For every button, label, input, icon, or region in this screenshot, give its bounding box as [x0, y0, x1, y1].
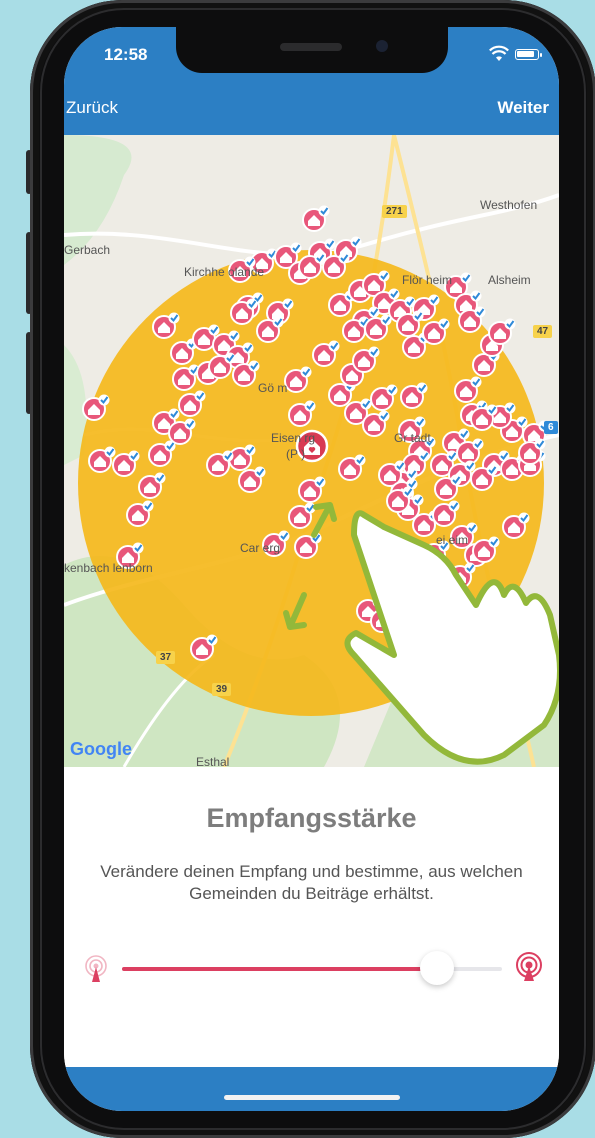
- map-label-enkenbach: kenbach lenborn: [64, 561, 153, 575]
- back-button[interactable]: Zurück: [66, 98, 118, 118]
- google-logo-text: Google: [70, 739, 132, 759]
- wifi-icon: [489, 45, 509, 61]
- map-canvas: [64, 135, 559, 767]
- map-label-westhofen: Westhofen: [480, 198, 538, 212]
- map-label-eisenberg: Eisen rg: [271, 431, 316, 445]
- route-37: 37: [156, 651, 176, 664]
- status-time: 12:58: [104, 45, 148, 64]
- next-button[interactable]: Weiter: [497, 98, 549, 118]
- speaker: [280, 43, 342, 51]
- route-6: 6: [544, 421, 558, 434]
- route-47: 47: [533, 325, 553, 338]
- map-label-goellheim: Gö m: [258, 381, 288, 395]
- notch: [176, 27, 448, 73]
- home-bar: [64, 1067, 559, 1111]
- home-indicator[interactable]: [224, 1095, 400, 1100]
- phone-screen: 12:58 Zurück Weiter Westhofen Gerbach Ki…: [64, 27, 559, 1111]
- settings-panel: Empfangsstärke Verändere deinen Empfang …: [64, 767, 559, 1067]
- slider-fill: [122, 967, 438, 971]
- map-label-heim: ei eim: [436, 533, 469, 547]
- route-271: 271: [382, 205, 407, 218]
- map-label-gerbach: Gerbach: [64, 243, 111, 257]
- map-label-gruenstadt: Gr tadt: [394, 431, 431, 445]
- page-title: Empfangsstärke: [206, 803, 417, 833]
- header: 12:58 Zurück Weiter: [64, 27, 559, 135]
- map-label-alsheim: Alsheim: [488, 273, 531, 287]
- map-label-kirchheimbolanden: Kirchhe olande: [184, 265, 265, 279]
- camera: [376, 40, 388, 52]
- google-logo: Google: [70, 739, 132, 760]
- antenna-small-icon: [85, 955, 107, 982]
- antenna-large-icon: [516, 952, 542, 981]
- map-label-esthal: Esthal: [196, 755, 230, 767]
- battery-icon: [515, 49, 542, 60]
- route-39: 39: [212, 683, 232, 696]
- map-label-pfalz: (P ): [286, 447, 306, 461]
- map-label-floersheim: Flör heim: [402, 273, 453, 287]
- map-label-carlsberg: Car erg: [240, 541, 281, 555]
- slider-thumb[interactable]: [420, 951, 455, 985]
- map-view[interactable]: Westhofen Gerbach Kirchhe olande Flör he…: [64, 135, 559, 767]
- description-text: Verändere deinen Empfang und bestimme, a…: [100, 862, 523, 903]
